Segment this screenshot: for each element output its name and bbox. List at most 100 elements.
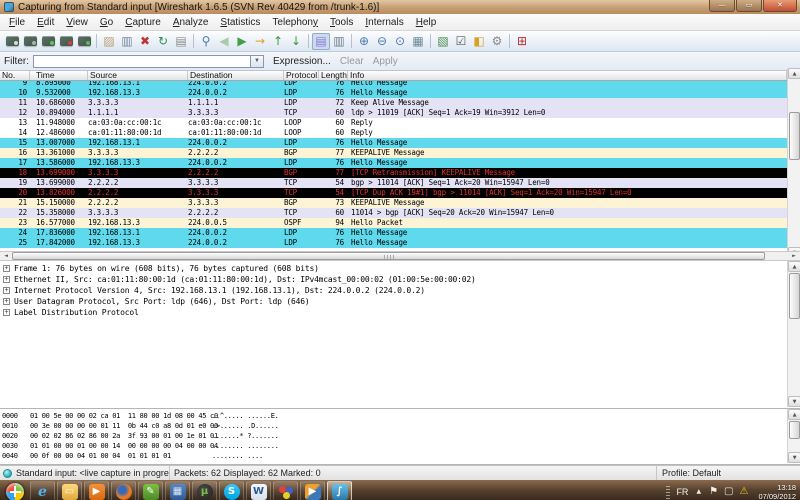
close-button[interactable]: ✕ <box>763 0 797 12</box>
zoom-in-icon[interactable]: ⊕ <box>355 33 373 50</box>
preferences-icon[interactable]: ⚙ <box>488 33 506 50</box>
packet-row[interactable]: 109.532000192.168.13.3224.0.0.2LDP76Hell… <box>0 88 787 98</box>
expander-icon[interactable]: + <box>3 276 10 283</box>
tray-expand-icon[interactable]: ▲ <box>696 488 701 495</box>
zoom-out-icon[interactable]: ⊖ <box>373 33 391 50</box>
detail-line[interactable]: +Label Distribution Protocol <box>0 307 800 318</box>
utorrent-icon[interactable]: µ <box>192 481 217 500</box>
clear-button[interactable]: Clear <box>340 56 364 67</box>
hex-line[interactable]: 001000 3e 00 00 00 00 01 11 0b 44 c0 a8 … <box>2 421 800 431</box>
profile-section[interactable]: Profile: Default <box>657 466 800 480</box>
packet-row[interactable]: 1110.6860003.3.3.31.1.1.1LDP72Keep Alive… <box>0 98 787 108</box>
help-icon[interactable]: ⊞ <box>513 33 531 50</box>
packet-row[interactable]: 1813.6990003.3.3.32.2.2.2BGP77[TCP Retra… <box>0 168 787 178</box>
scroll-down-icon[interactable]: ▼ <box>788 452 800 463</box>
packet-row[interactable]: 1713.586000192.168.13.3224.0.0.2LDP76Hel… <box>0 158 787 168</box>
menu-analyze[interactable]: Analyze <box>167 16 215 29</box>
scroll-right-icon[interactable]: ► <box>788 252 800 260</box>
colorize-toggle-icon[interactable]: ▤ <box>312 33 330 50</box>
expander-icon[interactable]: + <box>3 287 10 294</box>
expression-button[interactable]: Expression... <box>273 56 331 67</box>
media-player-icon[interactable]: ▶ <box>84 481 109 500</box>
packet-row[interactable]: 1513.007000192.168.13.1224.0.0.2LDP76Hel… <box>0 138 787 148</box>
capture-start-icon[interactable] <box>39 33 57 50</box>
display-filter-dialog-icon[interactable]: ☑ <box>452 33 470 50</box>
vmware-workstation-icon[interactable]: ▦ <box>165 481 190 500</box>
menu-capture[interactable]: Capture <box>119 16 167 29</box>
packet-row[interactable]: 2013.8260002.2.2.23.3.3.3TCP54[TCP Dup A… <box>0 188 787 198</box>
detail-line[interactable]: +Internet Protocol Version 4, Src: 192.1… <box>0 285 800 296</box>
start-button[interactable] <box>2 483 28 500</box>
packet-row[interactable]: 2517.842000192.168.13.3224.0.0.2LDP76Hel… <box>0 238 787 248</box>
hex-line[interactable]: 004000 0f 00 00 04 01 00 04 01 01 01 01.… <box>2 451 800 461</box>
find-icon[interactable]: ⚲ <box>197 33 215 50</box>
details-vscrollbar[interactable]: ▲ ▼ <box>787 261 800 407</box>
reload-icon[interactable]: ↻ <box>154 33 172 50</box>
clock[interactable]: 13:18 07/09/2012 <box>758 483 796 500</box>
packet-row[interactable]: 1913.6990002.2.2.23.3.3.3TCP54bgp > 1101… <box>0 178 787 188</box>
capture-options-icon[interactable] <box>21 33 39 50</box>
packet-row[interactable]: 1210.8940001.1.1.13.3.3.3TCP60ldp > 1101… <box>0 108 787 118</box>
go-forward-icon[interactable]: ▶ <box>233 33 251 50</box>
menu-help[interactable]: Help <box>410 16 443 29</box>
go-to-packet-icon[interactable]: → <box>251 33 269 50</box>
hex-vscrollbar[interactable]: ▲ ▼ <box>787 409 800 463</box>
column-header-protocol[interactable]: Protocol <box>284 71 319 80</box>
packet-row[interactable]: 1613.3610003.3.3.32.2.2.2BGP77KEEPALIVE … <box>0 148 787 158</box>
column-header-no[interactable]: No. <box>0 71 30 80</box>
title-bar[interactable]: Capturing from Standard input [Wireshark… <box>0 0 800 14</box>
expander-icon[interactable]: + <box>3 298 10 305</box>
minimize-button[interactable]: — <box>709 0 735 12</box>
list-interfaces-icon[interactable] <box>3 33 21 50</box>
menu-go[interactable]: Go <box>94 16 119 29</box>
menu-edit[interactable]: Edit <box>31 16 60 29</box>
print-icon[interactable]: ▤ <box>172 33 190 50</box>
filter-input[interactable] <box>33 55 251 68</box>
action-center-flag-icon[interactable]: ⚑ <box>709 487 718 497</box>
colored-balls-icon[interactable] <box>273 481 298 500</box>
save-file-icon[interactable]: ▥ <box>118 33 136 50</box>
packet-row[interactable]: 1311.948000ca:03:0a:cc:00:1cca:03:0a:cc:… <box>0 118 787 128</box>
packet-row[interactable]: 2417.836000192.168.13.1224.0.0.2LDP76Hel… <box>0 228 787 238</box>
expander-icon[interactable]: + <box>3 265 10 272</box>
open-file-icon[interactable]: ▨ <box>100 33 118 50</box>
capture-stop-icon[interactable] <box>57 33 75 50</box>
column-header-destination[interactable]: Destination <box>188 71 284 80</box>
packet-list-hscrollbar[interactable]: ◄ ► <box>0 251 800 261</box>
menu-file[interactable]: File <box>3 16 31 29</box>
hex-line[interactable]: 003001 01 00 00 01 00 00 14 00 00 00 00 … <box>2 441 800 451</box>
zoom-100-icon[interactable]: ⊙ <box>391 33 409 50</box>
go-top-icon[interactable]: ↑ <box>269 33 287 50</box>
firefox-icon[interactable] <box>111 481 136 500</box>
menu-internals[interactable]: Internals <box>359 16 409 29</box>
scroll-up-icon[interactable]: ▲ <box>788 68 800 79</box>
autoscroll-toggle-icon[interactable]: ▥ <box>330 33 348 50</box>
column-header-length[interactable]: Length <box>319 71 348 80</box>
column-header-time[interactable]: Time <box>30 71 88 80</box>
menu-statistics[interactable]: Statistics <box>214 16 266 29</box>
menu-view[interactable]: View <box>60 16 94 29</box>
taskbar-grip[interactable] <box>666 484 670 499</box>
apply-button[interactable]: Apply <box>373 56 398 67</box>
scroll-up-icon[interactable]: ▲ <box>788 261 800 272</box>
close-file-icon[interactable]: ✖ <box>136 33 154 50</box>
packet-list-vscrollbar[interactable]: ▲ ▼ <box>787 68 800 258</box>
network-warning-icon[interactable]: ⚠ <box>739 487 748 497</box>
expander-icon[interactable]: + <box>3 309 10 316</box>
word-icon[interactable]: W <box>246 481 271 500</box>
column-header-source[interactable]: Source <box>88 71 188 80</box>
scrollbar-thumb[interactable] <box>789 112 800 160</box>
hex-line[interactable]: 000001 00 5e 00 00 02 ca 01 11 80 00 1d … <box>2 411 800 421</box>
go-bottom-icon[interactable]: ↓ <box>287 33 305 50</box>
colorize-conversation-icon[interactable]: ◧ <box>470 33 488 50</box>
filter-dropdown-icon[interactable]: ▼ <box>251 55 264 68</box>
scroll-up-icon[interactable]: ▲ <box>788 409 800 420</box>
menu-tools[interactable]: Tools <box>324 16 359 29</box>
capture-status[interactable]: Standard input: <live capture in progres… <box>0 466 170 480</box>
scrollbar-thumb[interactable] <box>789 421 800 439</box>
hex-line[interactable]: 002000 02 02 86 02 86 00 2a 3f 93 00 01 … <box>2 431 800 441</box>
scrollbar-thumb[interactable] <box>12 252 765 260</box>
expert-info-icon[interactable] <box>3 469 12 478</box>
packet-row[interactable]: 1412.486000ca:01:11:80:00:1dca:01:11:80:… <box>0 128 787 138</box>
go-back-icon[interactable]: ◀ <box>215 33 233 50</box>
